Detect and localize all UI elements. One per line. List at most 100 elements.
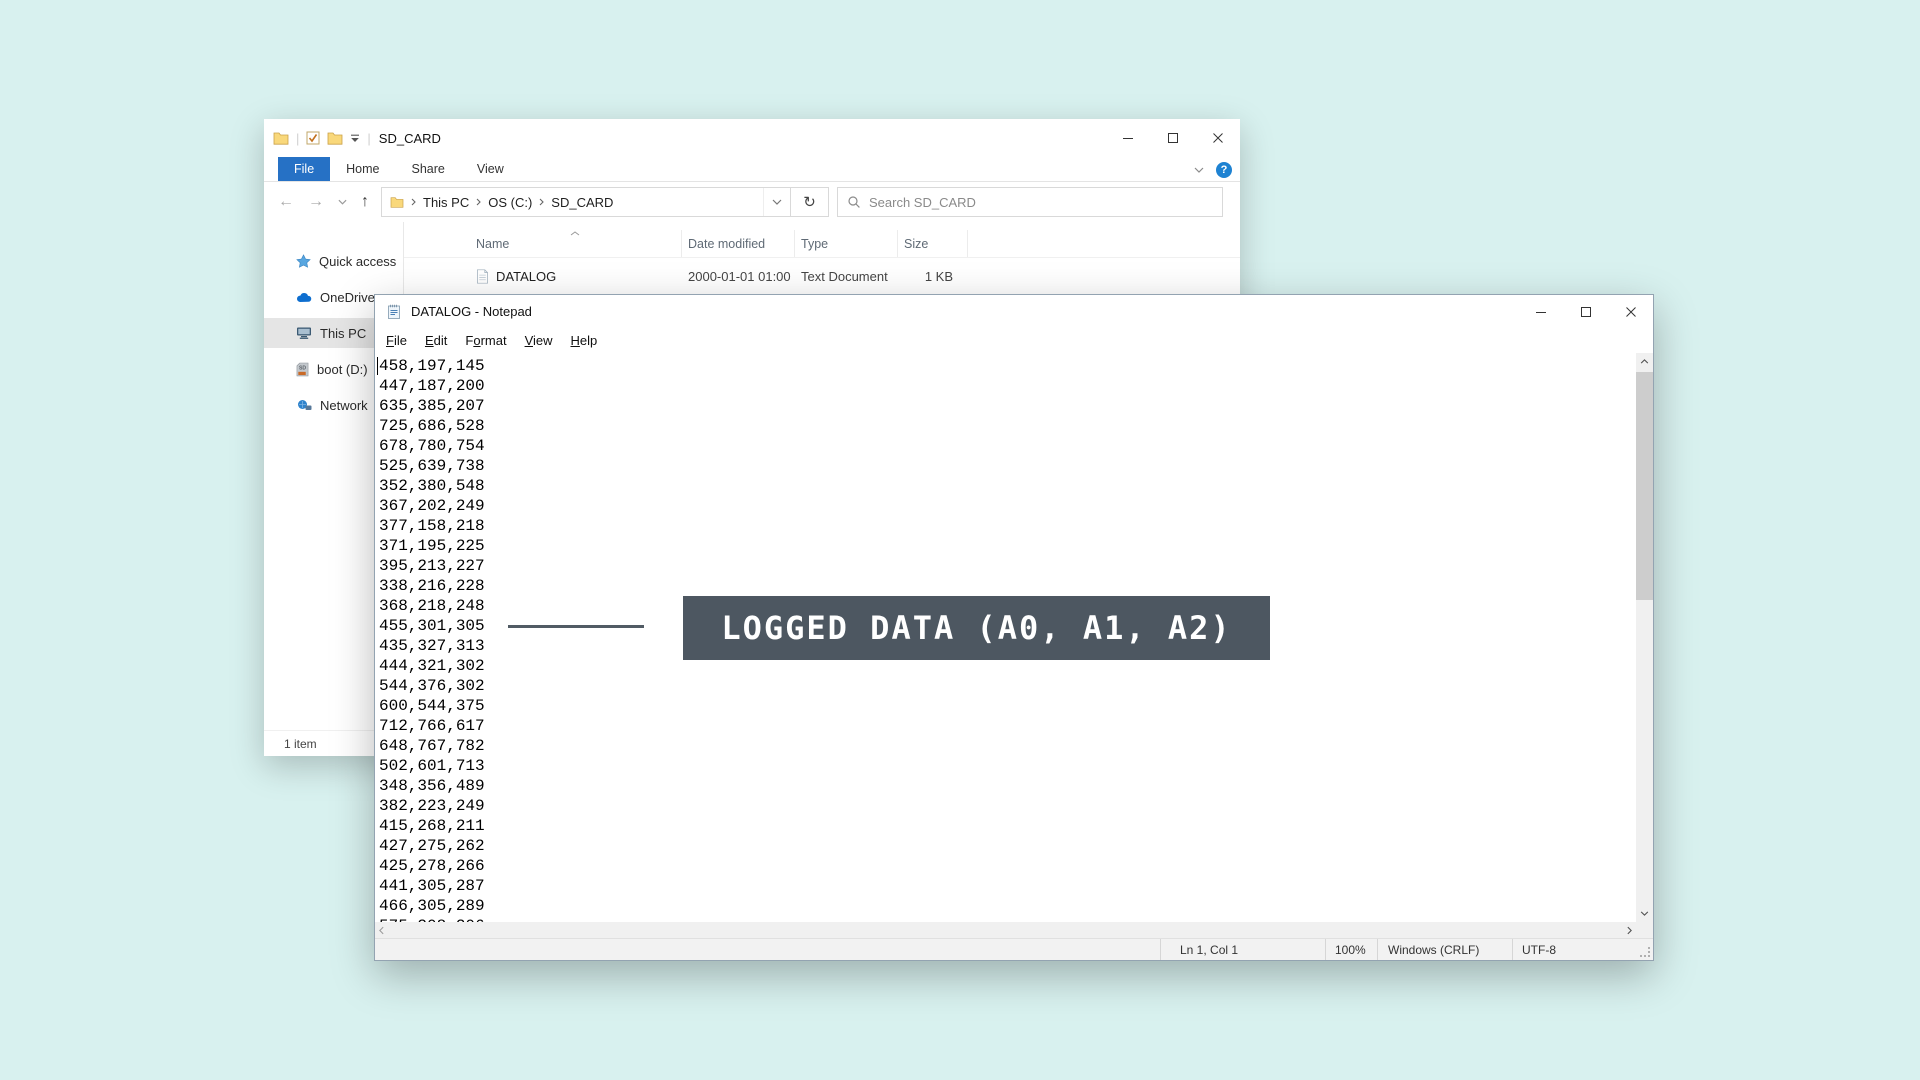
text-line: 367,202,249 — [379, 496, 1636, 516]
encoding: UTF-8 — [1512, 939, 1653, 960]
recent-locations-icon[interactable] — [338, 199, 347, 205]
close-button[interactable] — [1608, 295, 1653, 328]
scroll-right-icon[interactable] — [1627, 926, 1632, 935]
folder-icon — [273, 131, 289, 145]
vertical-scrollbar[interactable] — [1636, 353, 1653, 922]
tab-home[interactable]: Home — [330, 157, 395, 181]
scrollbar-corner — [1636, 922, 1653, 939]
address-row: ← → ↑ This PC OS (C:) SD_CARD ↻ — [264, 182, 1240, 222]
breadcrumb-this-pc[interactable]: This PC — [423, 195, 469, 210]
menu-format[interactable]: Format — [456, 333, 515, 348]
breadcrumb-sd-card[interactable]: SD_CARD — [551, 195, 613, 210]
menu-edit[interactable]: Edit — [416, 333, 456, 348]
window-title: DATALOG - Notepad — [411, 304, 532, 319]
text-line: 458,197,145 — [379, 356, 1636, 376]
column-header-name[interactable]: Name — [404, 230, 682, 257]
help-icon[interactable]: ? — [1216, 162, 1232, 178]
text-line: 525,639,738 — [379, 456, 1636, 476]
menu-help[interactable]: Help — [562, 333, 607, 348]
maximize-button[interactable] — [1150, 119, 1195, 157]
window-title: SD_CARD — [379, 131, 441, 146]
expand-ribbon-icon[interactable] — [1194, 167, 1204, 173]
text-line: 544,376,302 — [379, 676, 1636, 696]
scroll-up-icon[interactable] — [1636, 353, 1653, 370]
back-icon[interactable]: ← — [278, 193, 294, 211]
notepad-statusbar: Ln 1, Col 1 100% Windows (CRLF) UTF-8 — [375, 938, 1653, 960]
scrollbar-thumb[interactable] — [1636, 372, 1653, 600]
refresh-button[interactable]: ↻ — [791, 187, 829, 217]
file-date-modified: 2000-01-01 01:00 — [682, 269, 795, 284]
column-header-size[interactable]: Size — [898, 230, 968, 257]
close-button[interactable] — [1195, 119, 1240, 157]
breadcrumb-os-c[interactable]: OS (C:) — [488, 195, 532, 210]
text-line: 377,158,218 — [379, 516, 1636, 536]
text-line: 427,275,262 — [379, 836, 1636, 856]
quick-access-toolbar: | | — [273, 131, 371, 146]
column-header-date-modified[interactable]: Date modified — [682, 230, 795, 257]
sidebar-label: Quick access — [319, 254, 396, 269]
text-line: 338,216,228 — [379, 576, 1636, 596]
search-input[interactable] — [869, 195, 1213, 210]
ribbon-tab-bar: File Home Share View ? — [264, 157, 1240, 182]
text-line: 635,385,207 — [379, 396, 1636, 416]
zoom-level: 100% — [1325, 939, 1377, 960]
cloud-icon — [296, 292, 312, 303]
sidebar-label: boot (D:) — [317, 362, 368, 377]
text-line: 395,213,227 — [379, 556, 1636, 576]
svg-text:SD: SD — [299, 365, 306, 371]
divider: | — [367, 131, 370, 146]
scroll-left-icon[interactable] — [379, 926, 384, 935]
column-header-type[interactable]: Type — [795, 230, 898, 257]
tab-view[interactable]: View — [461, 157, 520, 181]
search-box[interactable] — [837, 187, 1223, 217]
customize-toolbar-icon[interactable] — [350, 134, 360, 143]
notepad-app-icon — [386, 304, 402, 320]
text-caret — [377, 357, 378, 375]
explorer-titlebar: | | SD_CARD — [264, 119, 1240, 157]
file-size: 1 KB — [898, 269, 968, 284]
chevron-right-icon — [411, 198, 416, 206]
text-line: 447,187,200 — [379, 376, 1636, 396]
line-ending: Windows (CRLF) — [1377, 939, 1512, 960]
text-line: 648,767,782 — [379, 736, 1636, 756]
maximize-button[interactable] — [1563, 295, 1608, 328]
folder-icon — [390, 196, 404, 208]
tab-share[interactable]: Share — [396, 157, 461, 181]
address-bar[interactable]: This PC OS (C:) SD_CARD — [381, 187, 791, 217]
text-line: 502,601,713 — [379, 756, 1636, 776]
minimize-button[interactable] — [1518, 295, 1563, 328]
sidebar-label: Network — [320, 398, 368, 413]
sort-ascending-icon — [570, 231, 580, 236]
text-line: 712,766,617 — [379, 716, 1636, 736]
text-line: 425,278,266 — [379, 856, 1636, 876]
tab-file[interactable]: File — [278, 157, 330, 181]
horizontal-scrollbar[interactable] — [375, 922, 1636, 939]
resize-grip[interactable] — [1642, 949, 1650, 957]
column-headers: Name Date modified Type Size — [404, 230, 1240, 258]
star-icon — [296, 254, 311, 269]
notepad-titlebar: DATALOG - Notepad — [375, 295, 1653, 328]
properties-check-icon[interactable] — [306, 131, 320, 145]
scroll-down-icon[interactable] — [1636, 905, 1653, 922]
address-dropdown-icon[interactable] — [763, 188, 782, 216]
chevron-right-icon — [476, 198, 481, 206]
divider: | — [296, 131, 299, 146]
text-line: 466,305,289 — [379, 896, 1636, 916]
minimize-button[interactable] — [1105, 119, 1150, 157]
text-line: 678,780,754 — [379, 436, 1636, 456]
notepad-menubar: File Edit Format View Help — [375, 328, 1653, 353]
text-line: 415,268,211 — [379, 816, 1636, 836]
chevron-right-icon — [539, 198, 544, 206]
sidebar-item-quick-access[interactable]: Quick access — [264, 246, 403, 276]
file-row-datalog[interactable]: DATALOG 2000-01-01 01:00 Text Document 1… — [404, 262, 1240, 290]
text-line: 725,686,528 — [379, 416, 1636, 436]
up-icon[interactable]: ↑ — [361, 193, 369, 211]
forward-icon[interactable]: → — [308, 193, 324, 211]
text-line: 441,305,287 — [379, 876, 1636, 896]
menu-file[interactable]: File — [377, 333, 416, 348]
menu-view[interactable]: View — [516, 333, 562, 348]
sidebar-label: OneDrive — [320, 290, 375, 305]
text-line: 382,223,249 — [379, 796, 1636, 816]
new-folder-icon[interactable] — [327, 131, 343, 145]
annotation-label: LOGGED DATA (A0, A1, A2) — [683, 596, 1270, 660]
